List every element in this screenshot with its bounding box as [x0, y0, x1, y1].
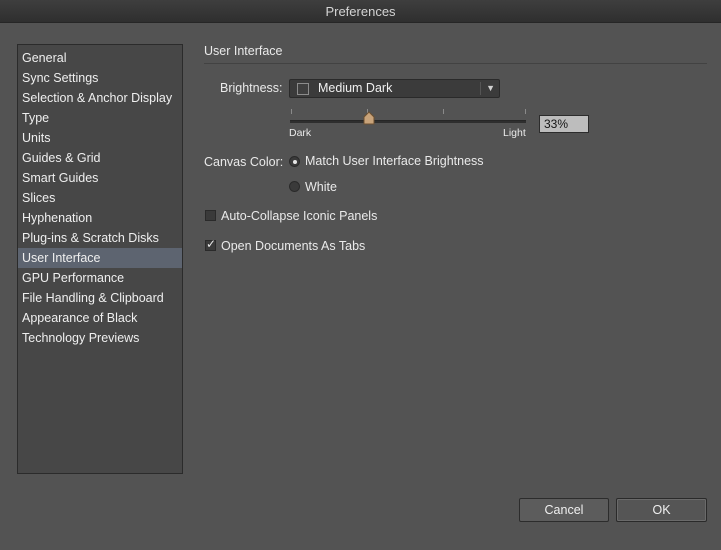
slider-tick — [443, 109, 444, 114]
slider-tick — [291, 109, 292, 114]
slider-thumb-icon[interactable] — [362, 111, 376, 125]
canvas-color-label: Canvas Color: — [204, 155, 284, 169]
brightness-slider[interactable] — [290, 120, 526, 123]
sidebar-item-file-handling-clipboard[interactable]: File Handling & Clipboard — [18, 288, 182, 308]
title-bar: Preferences — [0, 0, 721, 23]
sidebar-item-plugins-scratch-disks[interactable]: Plug-ins & Scratch Disks — [18, 228, 182, 248]
open-as-tabs-label[interactable]: Open Documents As Tabs — [221, 239, 365, 253]
sidebar-item-selection-anchor-display[interactable]: Selection & Anchor Display — [18, 88, 182, 108]
sidebar-item-units[interactable]: Units — [18, 128, 182, 148]
sidebar-item-sync-settings[interactable]: Sync Settings — [18, 68, 182, 88]
ok-button[interactable]: OK — [616, 498, 707, 522]
brightness-value: Medium Dark — [318, 81, 393, 95]
radio-white[interactable] — [289, 181, 300, 192]
slider-max-label: Light — [503, 127, 526, 139]
sidebar-item-hyphenation[interactable]: Hyphenation — [18, 208, 182, 228]
section-title: User Interface — [204, 44, 283, 58]
checkmark-icon: ✓ — [206, 237, 217, 251]
open-as-tabs-checkbox[interactable]: ✓ — [205, 237, 217, 251]
brightness-label: Brightness: — [220, 81, 283, 95]
sidebar-item-appearance-of-black[interactable]: Appearance of Black — [18, 308, 182, 328]
slider-min-label: Dark — [289, 127, 312, 139]
sidebar-item-guides-grid[interactable]: Guides & Grid — [18, 148, 182, 168]
radio-match-ui-brightness[interactable] — [289, 156, 300, 167]
auto-collapse-checkbox[interactable] — [205, 210, 216, 221]
auto-collapse-label[interactable]: Auto-Collapse Iconic Panels — [221, 209, 377, 223]
brightness-percent-field[interactable]: 33% — [539, 115, 589, 133]
sidebar-item-smart-guides[interactable]: Smart Guides — [18, 168, 182, 188]
sidebar-item-gpu-performance[interactable]: GPU Performance — [18, 268, 182, 288]
sidebar-item-general[interactable]: General — [18, 48, 182, 68]
brightness-swatch — [297, 83, 309, 95]
section-divider — [204, 63, 707, 64]
sidebar-item-type[interactable]: Type — [18, 108, 182, 128]
sidebar-item-slices[interactable]: Slices — [18, 188, 182, 208]
brightness-dropdown[interactable]: Medium Dark ▼ — [289, 79, 500, 98]
sidebar-item-user-interface[interactable]: User Interface — [18, 248, 182, 268]
radio-white-label[interactable]: White — [305, 180, 337, 194]
cancel-button[interactable]: Cancel — [519, 498, 609, 522]
dropdown-separator — [480, 82, 481, 95]
preferences-window: General Sync Settings Selection & Anchor… — [0, 23, 721, 550]
preferences-sidebar: General Sync Settings Selection & Anchor… — [17, 44, 183, 474]
chevron-down-icon: ▼ — [486, 83, 495, 93]
slider-tick — [525, 109, 526, 114]
radio-match-ui-brightness-label[interactable]: Match User Interface Brightness — [305, 154, 484, 168]
sidebar-item-technology-previews[interactable]: Technology Previews — [18, 328, 182, 348]
